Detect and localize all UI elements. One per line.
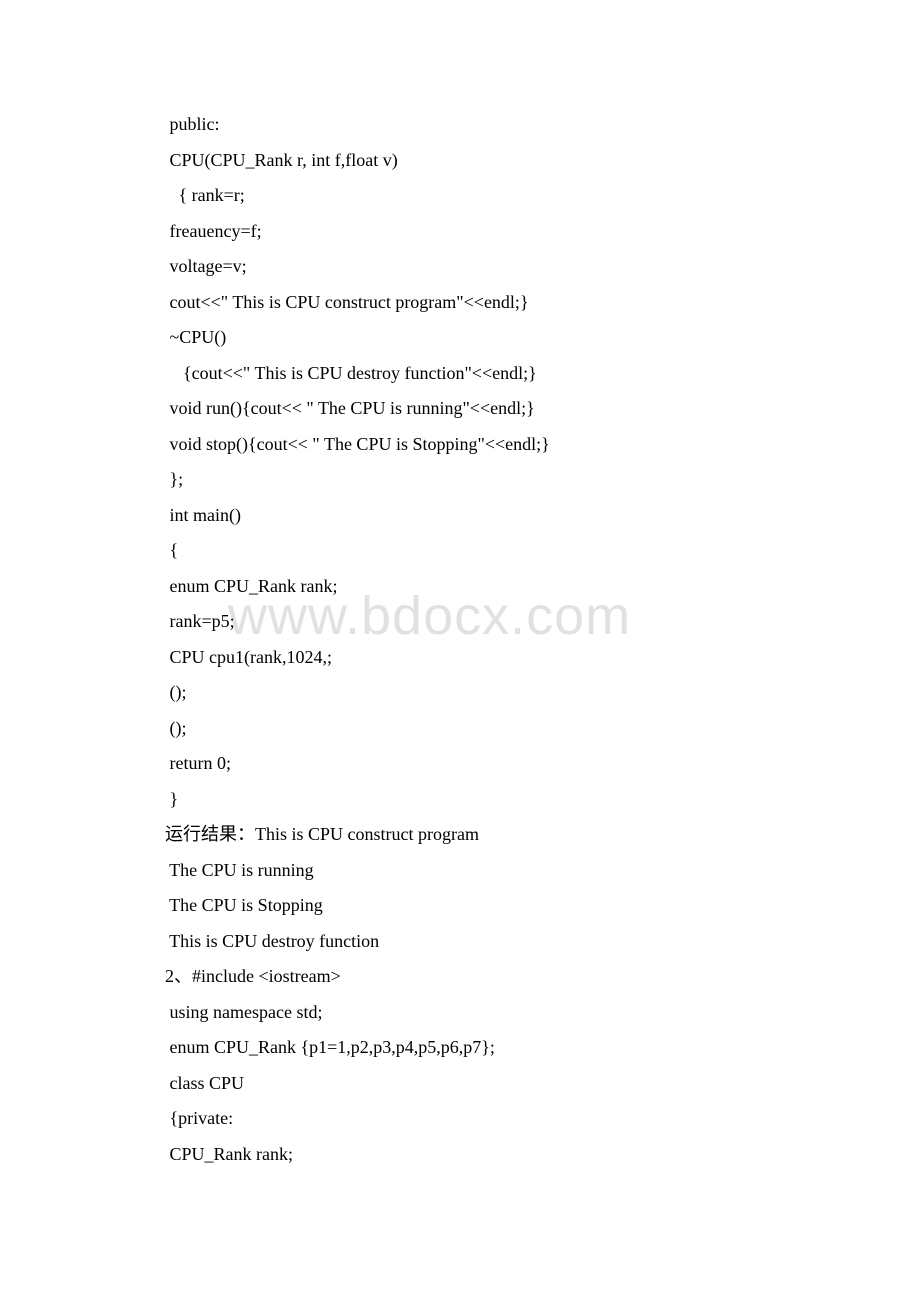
output-line: This is CPU destroy function <box>165 932 790 950</box>
code-line: voltage=v; <box>165 257 790 275</box>
code-line: enum CPU_Rank rank; <box>165 577 790 595</box>
code-line: using namespace std; <box>165 1003 790 1021</box>
code-line: public: <box>165 115 790 133</box>
code-line: {cout<<" This is CPU destroy function"<<… <box>165 364 790 382</box>
code-line: void run(){cout<< " The CPU is running"<… <box>165 399 790 417</box>
code-line: freauency=f; <box>165 222 790 240</box>
code-line: {private: <box>165 1109 790 1127</box>
code-line: cout<<" This is CPU construct program"<<… <box>165 293 790 311</box>
code-line: CPU(CPU_Rank r, int f,float v) <box>165 151 790 169</box>
code-line: }; <box>165 470 790 488</box>
code-line: return 0; <box>165 754 790 772</box>
document-content: public: CPU(CPU_Rank r, int f,float v) {… <box>165 115 790 1163</box>
code-line: CPU cpu1(rank,1024,; <box>165 648 790 666</box>
output-line: The CPU is Stopping <box>165 896 790 914</box>
code-line: ~CPU() <box>165 328 790 346</box>
code-line: class CPU <box>165 1074 790 1092</box>
output-line: The CPU is running <box>165 861 790 879</box>
code-line: { <box>165 541 790 559</box>
code-line: (); <box>165 719 790 737</box>
code-line: rank=p5; <box>165 612 790 630</box>
code-line: } <box>165 790 790 808</box>
code-line: 2、#include <iostream> <box>165 967 790 985</box>
output-line: 运行结果：This is CPU construct program <box>165 825 790 843</box>
code-line: enum CPU_Rank {p1=1,p2,p3,p4,p5,p6,p7}; <box>165 1038 790 1056</box>
code-line: CPU_Rank rank; <box>165 1145 790 1163</box>
code-line: { rank=r; <box>165 186 790 204</box>
code-line: (); <box>165 683 790 701</box>
code-line: int main() <box>165 506 790 524</box>
code-line: void stop(){cout<< " The CPU is Stopping… <box>165 435 790 453</box>
